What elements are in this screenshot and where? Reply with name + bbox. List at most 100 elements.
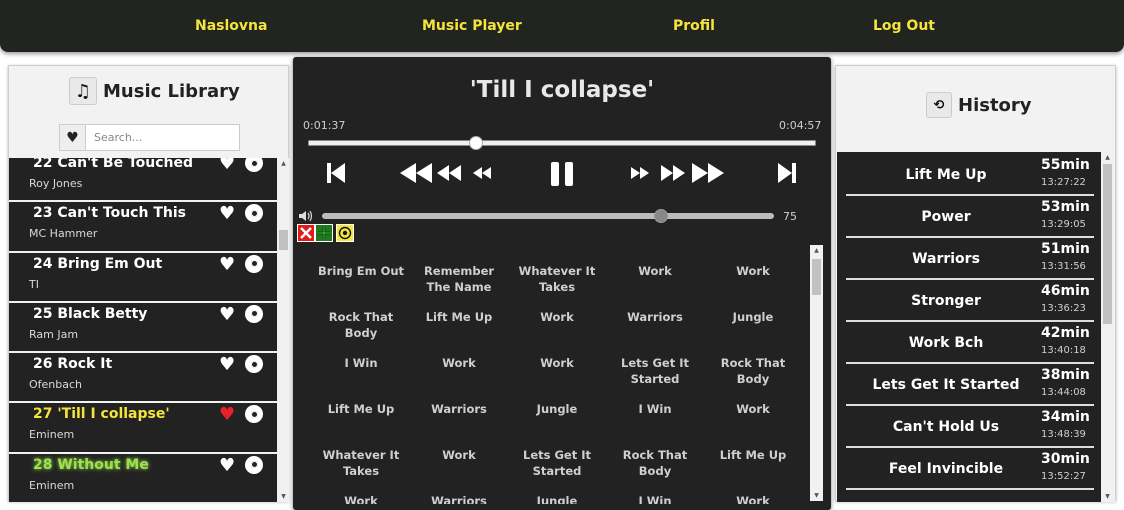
- playlist-song[interactable]: Whatever It Takes: [313, 447, 409, 479]
- view-eye-icon[interactable]: [245, 455, 263, 474]
- scroll-down-arrow-icon[interactable]: ▼: [1101, 493, 1114, 500]
- favorites-filter-icon[interactable]: ♥: [60, 125, 86, 150]
- history-item[interactable]: Lift Me Up 55min 13:27:22: [846, 156, 1094, 196]
- pause-icon[interactable]: [548, 161, 576, 187]
- rewind-small-icon[interactable]: [472, 161, 492, 185]
- playlist-song[interactable]: Warriors: [411, 401, 507, 417]
- target-icon[interactable]: [336, 224, 354, 242]
- next-track-icon[interactable]: [776, 161, 798, 185]
- like-heart-icon[interactable]: ♥: [219, 254, 235, 275]
- seek-knob[interactable]: [468, 136, 483, 150]
- library-scrollbar[interactable]: ▲ ▼: [277, 158, 290, 502]
- history-list[interactable]: Lift Me Up 55min 13:27:22 Power 53min 13…: [837, 152, 1101, 502]
- playlist-song[interactable]: Lets Get It Started: [607, 355, 703, 387]
- history-item[interactable]: Warriors 51min 13:31:56: [846, 240, 1094, 280]
- remove-icon[interactable]: [297, 224, 315, 242]
- nav-naslovna[interactable]: Naslovna: [195, 18, 267, 34]
- playlist-song[interactable]: Jungle: [509, 493, 605, 504]
- history-item[interactable]: Work Bch 42min 13:40:18: [846, 324, 1094, 364]
- playlist-song[interactable]: I Win: [607, 493, 703, 504]
- view-eye-icon[interactable]: [245, 405, 263, 424]
- add-icon[interactable]: [315, 224, 333, 242]
- playlist-song[interactable]: Lift Me Up: [411, 309, 507, 325]
- rewind-fast-icon[interactable]: [399, 161, 433, 185]
- search-input[interactable]: [86, 125, 239, 150]
- view-eye-icon[interactable]: [245, 355, 263, 374]
- playlist-song[interactable]: Whatever It Takes: [509, 263, 605, 295]
- playlist-song[interactable]: Lift Me Up: [705, 447, 801, 463]
- library-item[interactable]: 23 Can't Touch This MC Hammer ♥: [9, 202, 277, 253]
- playlist-song[interactable]: Work: [607, 263, 703, 279]
- library-list[interactable]: 22 Can't Be Touched Roy Jones ♥ 23 Can't…: [9, 158, 277, 502]
- playlist-song[interactable]: Work: [705, 493, 801, 504]
- playlist-song[interactable]: Rock That Body: [607, 447, 703, 479]
- volume-icon[interactable]: [298, 210, 314, 222]
- nav-log-out[interactable]: Log Out: [873, 18, 935, 34]
- like-heart-icon[interactable]: ♥: [219, 304, 235, 325]
- history-item[interactable]: Feel Invincible 30min 13:52:27: [846, 450, 1094, 490]
- playlist-song[interactable]: Lift Me Up: [313, 401, 409, 417]
- scroll-thumb[interactable]: [279, 230, 288, 250]
- playlist-scrollbar[interactable]: ▲ ▼: [810, 245, 823, 501]
- playlist-song[interactable]: Lets Get It Started: [509, 447, 605, 479]
- history-item[interactable]: Stronger 46min 13:36:23: [846, 282, 1094, 322]
- view-eye-icon[interactable]: [245, 158, 263, 172]
- like-heart-icon[interactable]: ♥: [219, 158, 235, 174]
- forward-fast-icon[interactable]: [691, 161, 725, 185]
- library-item[interactable]: 25 Black Betty Ram Jam ♥: [9, 303, 277, 354]
- playlist-song[interactable]: Rock That Body: [313, 309, 409, 341]
- nav-music-player[interactable]: Music Player: [422, 18, 522, 34]
- history-item[interactable]: Can't Hold Us 34min 13:48:39: [846, 408, 1094, 448]
- scroll-thumb[interactable]: [1103, 164, 1112, 324]
- playlist-song[interactable]: Jungle: [705, 309, 801, 325]
- scroll-up-arrow-icon[interactable]: ▲: [277, 160, 290, 167]
- nav-profil[interactable]: Profil: [673, 18, 715, 34]
- scroll-thumb[interactable]: [812, 259, 821, 295]
- volume-knob[interactable]: [654, 209, 668, 223]
- forward-medium-icon[interactable]: [660, 161, 686, 185]
- library-item-current[interactable]: 27 'Till I collapse' Eminem ♥: [9, 403, 277, 454]
- previous-track-icon[interactable]: [325, 161, 347, 185]
- playlist-song[interactable]: Work: [411, 355, 507, 371]
- history-item[interactable]: Power 53min 13:29:05: [846, 198, 1094, 238]
- playlist-song[interactable]: Work: [313, 493, 409, 504]
- view-eye-icon[interactable]: [245, 254, 263, 273]
- library-item[interactable]: 26 Rock It Ofenbach ♥: [9, 353, 277, 404]
- like-heart-icon[interactable]: ♥: [219, 455, 235, 476]
- playlist-song[interactable]: Remember The Name: [411, 263, 507, 295]
- playlist-song[interactable]: Work: [509, 355, 605, 371]
- scroll-up-arrow-icon[interactable]: ▲: [1101, 154, 1114, 161]
- volume-slider[interactable]: [322, 209, 774, 223]
- history-time: 13:48:39: [1041, 429, 1086, 440]
- seek-bar[interactable]: [308, 136, 816, 150]
- scroll-down-arrow-icon[interactable]: ▼: [810, 492, 823, 499]
- playlist-song[interactable]: I Win: [313, 355, 409, 371]
- playlist-grid[interactable]: Bring Em Out Remember The Name Whatever …: [303, 247, 811, 504]
- library-item[interactable]: 22 Can't Be Touched Roy Jones ♥: [9, 158, 277, 203]
- scroll-down-arrow-icon[interactable]: ▼: [277, 493, 290, 500]
- liked-heart-icon[interactable]: ♥: [219, 404, 235, 425]
- playlist-song[interactable]: Warriors: [607, 309, 703, 325]
- playlist-song[interactable]: Work: [705, 401, 801, 417]
- song-artist: TI: [29, 277, 39, 291]
- forward-small-icon[interactable]: [630, 161, 650, 185]
- view-eye-icon[interactable]: [245, 304, 263, 323]
- playlist-song[interactable]: Rock That Body: [705, 355, 801, 387]
- playlist-song[interactable]: Jungle: [509, 401, 605, 417]
- scroll-up-arrow-icon[interactable]: ▲: [810, 247, 823, 254]
- playlist-song[interactable]: Work: [411, 447, 507, 463]
- song-title: 23 Can't Touch This: [33, 205, 186, 222]
- library-item[interactable]: 24 Bring Em Out TI ♥: [9, 253, 277, 303]
- history-scrollbar[interactable]: ▲ ▼: [1101, 152, 1115, 502]
- rewind-medium-icon[interactable]: [436, 161, 462, 185]
- playlist-song[interactable]: Work: [509, 309, 605, 325]
- view-eye-icon[interactable]: [245, 204, 263, 223]
- playlist-song[interactable]: Work: [705, 263, 801, 279]
- like-heart-icon[interactable]: ♥: [219, 354, 235, 375]
- history-item[interactable]: Lets Get It Started 38min 13:44:08: [846, 366, 1094, 406]
- playlist-song[interactable]: I Win: [607, 401, 703, 417]
- like-heart-icon[interactable]: ♥: [219, 203, 235, 224]
- playlist-song[interactable]: Warriors: [411, 493, 507, 504]
- library-item[interactable]: 28 Without Me Eminem ♥: [9, 454, 277, 502]
- playlist-song[interactable]: Bring Em Out: [313, 263, 409, 279]
